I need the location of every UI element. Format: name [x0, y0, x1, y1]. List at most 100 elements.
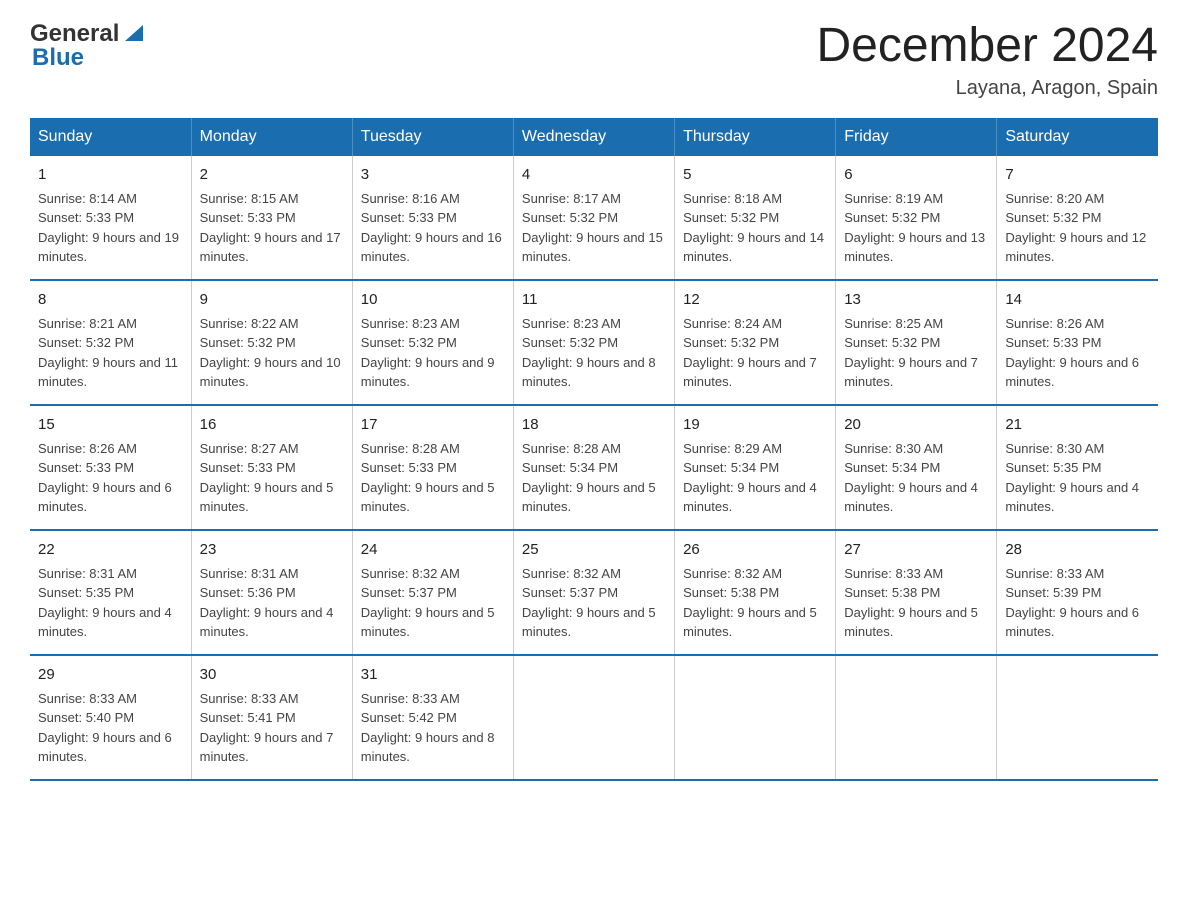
- week-row-3: 15 Sunrise: 8:26 AMSunset: 5:33 PMDaylig…: [30, 405, 1158, 530]
- cell-info: Sunrise: 8:33 AMSunset: 5:41 PMDaylight:…: [200, 691, 334, 765]
- week-row-1: 1 Sunrise: 8:14 AMSunset: 5:33 PMDayligh…: [30, 156, 1158, 280]
- calendar-cell: 10 Sunrise: 8:23 AMSunset: 5:32 PMDaylig…: [352, 280, 513, 405]
- day-number: 28: [1005, 539, 1150, 561]
- day-number: 27: [844, 539, 988, 561]
- cell-info: Sunrise: 8:20 AMSunset: 5:32 PMDaylight:…: [1005, 191, 1146, 265]
- calendar-cell: 12 Sunrise: 8:24 AMSunset: 5:32 PMDaylig…: [675, 280, 836, 405]
- day-number: 30: [200, 664, 344, 686]
- calendar-cell: 23 Sunrise: 8:31 AMSunset: 5:36 PMDaylig…: [191, 530, 352, 655]
- page-header: General Blue December 2024 Layana, Arago…: [30, 20, 1158, 100]
- cell-info: Sunrise: 8:24 AMSunset: 5:32 PMDaylight:…: [683, 316, 817, 390]
- day-number: 22: [38, 539, 183, 561]
- day-number: 7: [1005, 164, 1150, 186]
- cell-info: Sunrise: 8:26 AMSunset: 5:33 PMDaylight:…: [1005, 316, 1139, 390]
- calendar-cell: 26 Sunrise: 8:32 AMSunset: 5:38 PMDaylig…: [675, 530, 836, 655]
- day-number: 4: [522, 164, 666, 186]
- day-number: 9: [200, 289, 344, 311]
- calendar-cell: 27 Sunrise: 8:33 AMSunset: 5:38 PMDaylig…: [836, 530, 997, 655]
- location-text: Layana, Aragon, Spain: [816, 77, 1158, 100]
- calendar-cell: [513, 655, 674, 780]
- cell-info: Sunrise: 8:29 AMSunset: 5:34 PMDaylight:…: [683, 441, 817, 515]
- weekday-header-friday: Friday: [836, 118, 997, 156]
- cell-info: Sunrise: 8:18 AMSunset: 5:32 PMDaylight:…: [683, 191, 824, 265]
- weekday-header-tuesday: Tuesday: [352, 118, 513, 156]
- weekday-header-sunday: Sunday: [30, 118, 191, 156]
- cell-info: Sunrise: 8:31 AMSunset: 5:36 PMDaylight:…: [200, 566, 334, 640]
- month-title: December 2024: [816, 20, 1158, 73]
- cell-info: Sunrise: 8:27 AMSunset: 5:33 PMDaylight:…: [200, 441, 334, 515]
- day-number: 14: [1005, 289, 1150, 311]
- calendar-cell: 2 Sunrise: 8:15 AMSunset: 5:33 PMDayligh…: [191, 156, 352, 280]
- calendar-cell: 29 Sunrise: 8:33 AMSunset: 5:40 PMDaylig…: [30, 655, 191, 780]
- day-number: 29: [38, 664, 183, 686]
- cell-info: Sunrise: 8:23 AMSunset: 5:32 PMDaylight:…: [361, 316, 495, 390]
- day-number: 8: [38, 289, 183, 311]
- calendar-cell: 1 Sunrise: 8:14 AMSunset: 5:33 PMDayligh…: [30, 156, 191, 280]
- day-number: 31: [361, 664, 505, 686]
- cell-info: Sunrise: 8:28 AMSunset: 5:33 PMDaylight:…: [361, 441, 495, 515]
- cell-info: Sunrise: 8:14 AMSunset: 5:33 PMDaylight:…: [38, 191, 179, 265]
- day-number: 23: [200, 539, 344, 561]
- calendar-cell: 21 Sunrise: 8:30 AMSunset: 5:35 PMDaylig…: [997, 405, 1158, 530]
- cell-info: Sunrise: 8:21 AMSunset: 5:32 PMDaylight:…: [38, 316, 178, 390]
- cell-info: Sunrise: 8:31 AMSunset: 5:35 PMDaylight:…: [38, 566, 172, 640]
- logo: General Blue: [30, 20, 147, 72]
- calendar-cell: 20 Sunrise: 8:30 AMSunset: 5:34 PMDaylig…: [836, 405, 997, 530]
- day-number: 20: [844, 414, 988, 436]
- weekday-header-row: SundayMondayTuesdayWednesdayThursdayFrid…: [30, 118, 1158, 156]
- day-number: 3: [361, 164, 505, 186]
- weekday-header-saturday: Saturday: [997, 118, 1158, 156]
- cell-info: Sunrise: 8:23 AMSunset: 5:32 PMDaylight:…: [522, 316, 656, 390]
- calendar-cell: 13 Sunrise: 8:25 AMSunset: 5:32 PMDaylig…: [836, 280, 997, 405]
- day-number: 21: [1005, 414, 1150, 436]
- calendar-cell: 31 Sunrise: 8:33 AMSunset: 5:42 PMDaylig…: [352, 655, 513, 780]
- day-number: 18: [522, 414, 666, 436]
- calendar-cell: 7 Sunrise: 8:20 AMSunset: 5:32 PMDayligh…: [997, 156, 1158, 280]
- calendar-cell: 17 Sunrise: 8:28 AMSunset: 5:33 PMDaylig…: [352, 405, 513, 530]
- day-number: 10: [361, 289, 505, 311]
- cell-info: Sunrise: 8:32 AMSunset: 5:38 PMDaylight:…: [683, 566, 817, 640]
- cell-info: Sunrise: 8:28 AMSunset: 5:34 PMDaylight:…: [522, 441, 656, 515]
- week-row-2: 8 Sunrise: 8:21 AMSunset: 5:32 PMDayligh…: [30, 280, 1158, 405]
- week-row-5: 29 Sunrise: 8:33 AMSunset: 5:40 PMDaylig…: [30, 655, 1158, 780]
- cell-info: Sunrise: 8:32 AMSunset: 5:37 PMDaylight:…: [361, 566, 495, 640]
- calendar-cell: 5 Sunrise: 8:18 AMSunset: 5:32 PMDayligh…: [675, 156, 836, 280]
- title-section: December 2024 Layana, Aragon, Spain: [816, 20, 1158, 100]
- calendar-cell: 15 Sunrise: 8:26 AMSunset: 5:33 PMDaylig…: [30, 405, 191, 530]
- day-number: 26: [683, 539, 827, 561]
- calendar-cell: 9 Sunrise: 8:22 AMSunset: 5:32 PMDayligh…: [191, 280, 352, 405]
- cell-info: Sunrise: 8:19 AMSunset: 5:32 PMDaylight:…: [844, 191, 985, 265]
- cell-info: Sunrise: 8:33 AMSunset: 5:42 PMDaylight:…: [361, 691, 495, 765]
- cell-info: Sunrise: 8:15 AMSunset: 5:33 PMDaylight:…: [200, 191, 341, 265]
- day-number: 6: [844, 164, 988, 186]
- calendar-cell: 19 Sunrise: 8:29 AMSunset: 5:34 PMDaylig…: [675, 405, 836, 530]
- day-number: 16: [200, 414, 344, 436]
- calendar-cell: 22 Sunrise: 8:31 AMSunset: 5:35 PMDaylig…: [30, 530, 191, 655]
- day-number: 5: [683, 164, 827, 186]
- calendar-cell: 24 Sunrise: 8:32 AMSunset: 5:37 PMDaylig…: [352, 530, 513, 655]
- cell-info: Sunrise: 8:17 AMSunset: 5:32 PMDaylight:…: [522, 191, 663, 265]
- weekday-header-monday: Monday: [191, 118, 352, 156]
- calendar-cell: 28 Sunrise: 8:33 AMSunset: 5:39 PMDaylig…: [997, 530, 1158, 655]
- day-number: 1: [38, 164, 183, 186]
- calendar-cell: 18 Sunrise: 8:28 AMSunset: 5:34 PMDaylig…: [513, 405, 674, 530]
- weekday-header-thursday: Thursday: [675, 118, 836, 156]
- calendar-cell: 14 Sunrise: 8:26 AMSunset: 5:33 PMDaylig…: [997, 280, 1158, 405]
- day-number: 2: [200, 164, 344, 186]
- calendar-cell: 6 Sunrise: 8:19 AMSunset: 5:32 PMDayligh…: [836, 156, 997, 280]
- calendar-cell: [836, 655, 997, 780]
- cell-info: Sunrise: 8:33 AMSunset: 5:40 PMDaylight:…: [38, 691, 172, 765]
- cell-info: Sunrise: 8:32 AMSunset: 5:37 PMDaylight:…: [522, 566, 656, 640]
- cell-info: Sunrise: 8:30 AMSunset: 5:35 PMDaylight:…: [1005, 441, 1139, 515]
- day-number: 13: [844, 289, 988, 311]
- calendar-cell: 11 Sunrise: 8:23 AMSunset: 5:32 PMDaylig…: [513, 280, 674, 405]
- day-number: 15: [38, 414, 183, 436]
- cell-info: Sunrise: 8:33 AMSunset: 5:39 PMDaylight:…: [1005, 566, 1139, 640]
- calendar-cell: 30 Sunrise: 8:33 AMSunset: 5:41 PMDaylig…: [191, 655, 352, 780]
- day-number: 17: [361, 414, 505, 436]
- calendar-cell: 25 Sunrise: 8:32 AMSunset: 5:37 PMDaylig…: [513, 530, 674, 655]
- calendar-cell: 3 Sunrise: 8:16 AMSunset: 5:33 PMDayligh…: [352, 156, 513, 280]
- calendar-cell: 16 Sunrise: 8:27 AMSunset: 5:33 PMDaylig…: [191, 405, 352, 530]
- calendar-cell: [997, 655, 1158, 780]
- logo-triangle-icon: [121, 19, 147, 45]
